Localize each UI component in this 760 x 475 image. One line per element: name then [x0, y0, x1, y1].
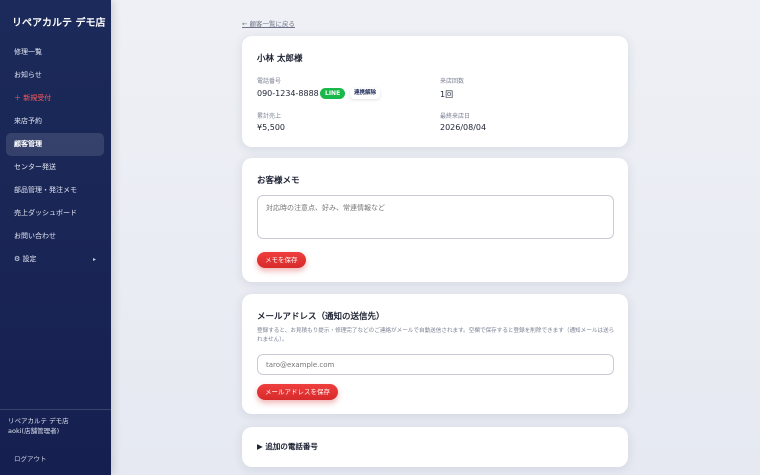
sidebar-item-center-shipping[interactable]: センター発送: [6, 156, 104, 179]
current-user: リペアカルテ デモ店 aoki(店舗管理者): [8, 416, 69, 436]
sidebar-divider: [0, 409, 111, 410]
last-visit-label: 最終来店日: [440, 113, 471, 120]
memo-title: お客様メモ: [257, 176, 300, 186]
sidebar-item-settings[interactable]: ⚙ 設定 ▸: [6, 248, 104, 271]
email-input[interactable]: [257, 354, 614, 375]
last-visit-value: 2026/08/04: [440, 123, 487, 132]
store-name: リペアカルテ デモ店: [8, 417, 69, 425]
email-title: メールアドレス（通知の送信先）: [257, 312, 385, 322]
sales-label: 累計売上: [257, 113, 282, 120]
customer-info-card: 小林 太郎様 電話番号 090-1234-8888 LINE 連携解除 来店回数…: [242, 36, 628, 147]
sidebar: リペアカルテ デモ店 修理一覧 お知らせ ＋ 新規受付 来店予約 顧客管理 セン…: [0, 0, 111, 475]
sales-value: ¥5,500: [257, 123, 285, 132]
memo-textarea[interactable]: [257, 195, 614, 239]
logout-link[interactable]: ログアウト: [14, 453, 47, 463]
chevron-right-icon: ▸: [92, 256, 96, 263]
customer-name: 小林 太郎様: [257, 54, 303, 64]
sidebar-item-contact[interactable]: お問い合わせ: [6, 225, 104, 248]
phone-label: 電話番号: [257, 78, 282, 85]
sidebar-item-new-reception[interactable]: ＋ 新規受付: [6, 87, 104, 110]
extra-phone-card[interactable]: ▶ 追加の電話番号: [242, 427, 628, 467]
sidebar-item-reservations[interactable]: 来店予約: [6, 110, 104, 133]
save-email-button[interactable]: メールアドレスを保存: [257, 384, 338, 400]
sidebar-item-notices[interactable]: お知らせ: [6, 64, 104, 87]
extra-phone-toggle[interactable]: ▶ 追加の電話番号: [257, 441, 318, 452]
memo-card: お客様メモ メモを保存: [242, 158, 628, 282]
visits-value: 1回: [440, 90, 454, 99]
sidebar-item-settings-label: ⚙ 設定: [14, 255, 37, 263]
sidebar-item-customers[interactable]: 顧客管理: [6, 133, 104, 156]
email-card: メールアドレス（通知の送信先） 登録すると、お見積もり提示・修理完了などのご連絡…: [242, 294, 628, 414]
save-memo-button[interactable]: メモを保存: [257, 252, 306, 268]
line-badge: LINE: [320, 88, 346, 99]
phone-value: 090-1234-8888: [257, 89, 319, 98]
sidebar-item-sales-dashboard[interactable]: 売上ダッシュボード: [6, 202, 104, 225]
line-unlink-button[interactable]: 連携解除: [350, 88, 381, 99]
back-to-customer-list-link[interactable]: ← 顧客一覧に戻る: [242, 18, 295, 28]
email-description: 登録すると、お見積もり提示・修理完了などのご連絡がメールで自動送信されます。空欄…: [257, 328, 615, 343]
visits-label: 来店回数: [440, 78, 465, 85]
sidebar-item-parts[interactable]: 部品管理・発注メモ: [6, 179, 104, 202]
sidebar-nav: 修理一覧 お知らせ ＋ 新規受付 来店予約 顧客管理 センター発送 部品管理・発…: [6, 41, 104, 271]
sidebar-item-repair-list[interactable]: 修理一覧: [6, 41, 104, 64]
user-name: aoki(店舗管理者): [8, 427, 60, 435]
brand-title: リペアカルテ デモ店: [12, 18, 106, 29]
